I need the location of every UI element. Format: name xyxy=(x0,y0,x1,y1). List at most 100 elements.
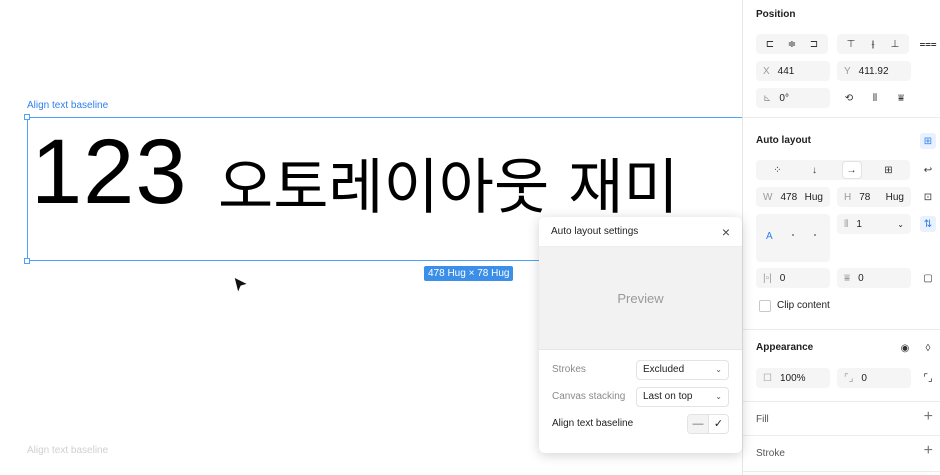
vertical-padding-value: 0 xyxy=(858,272,864,284)
wrap-icon[interactable]: ↩ xyxy=(920,162,936,178)
drop-icon[interactable]: ◊ xyxy=(920,340,936,356)
position-title: Position xyxy=(756,9,796,20)
height-field[interactable]: H 78 Hug xyxy=(837,187,911,207)
popup-header: Auto layout settings × xyxy=(539,217,742,247)
resize-to-fit-icon[interactable]: ⊡ xyxy=(920,189,936,205)
flip-horizontal-icon[interactable]: ⫴ xyxy=(867,90,883,106)
corner-radius-field[interactable]: ⌜⌟ 0 xyxy=(837,368,911,388)
fill-title: Fill xyxy=(756,414,769,425)
stroke-section: Stroke + xyxy=(743,436,940,472)
horizontal-padding-value: 0 xyxy=(779,272,786,284)
direction-vertical-icon[interactable]: ↓ xyxy=(806,162,824,178)
chevron-down-icon: ⌄ xyxy=(715,392,722,401)
gap-value: 1 xyxy=(856,218,862,230)
auto-layout-settings-popup: Auto layout settings × Preview Strokes E… xyxy=(539,217,742,453)
frame-label[interactable]: Align text baseline xyxy=(27,100,108,111)
fill-section: Fill + xyxy=(743,402,940,436)
strokes-dropdown[interactable]: Excluded ⌄ xyxy=(636,359,729,380)
vertical-padding-field[interactable]: ⩸ 0 xyxy=(837,268,911,288)
alignment-grid[interactable]: A xyxy=(756,214,830,262)
opacity-field[interactable]: ☐ 100% xyxy=(756,368,830,388)
clip-content-label: Clip content xyxy=(777,300,830,311)
appearance-section: Appearance ◉ ◊ ☐ 100% ⌜⌟ 0 ⌜⌟ xyxy=(743,330,940,402)
baseline-on-option[interactable]: ✓ xyxy=(708,414,728,433)
align-baseline-row: Align text baseline — ✓ xyxy=(539,410,742,437)
flip-vertical-icon[interactable]: ⩸ xyxy=(893,90,909,106)
advanced-settings-icon[interactable]: ⇅ xyxy=(920,216,936,232)
width-field[interactable]: W 478 Hug xyxy=(756,187,830,207)
individual-padding-icon[interactable]: ▢ xyxy=(920,270,936,286)
distribute-icon[interactable]: ⩶ xyxy=(919,36,936,52)
layout-direction-group: ⁘ ↓ → ⊞ xyxy=(756,160,910,180)
alignment-letter: A xyxy=(766,231,773,242)
align-right-icon[interactable]: ⊐ xyxy=(805,36,823,52)
add-fill-icon[interactable]: + xyxy=(924,408,933,426)
close-icon[interactable]: × xyxy=(722,224,730,240)
auto-layout-section: Auto layout ⊞ ⁘ ↓ → ⊞ ↩ W 478 Hug H 78 H… xyxy=(743,118,940,330)
horizontal-padding-field[interactable]: |▫| 0 xyxy=(756,268,830,288)
w-value: 478 xyxy=(780,191,798,203)
rotate-icon[interactable]: ⟲ xyxy=(841,90,857,106)
x-label: X xyxy=(763,65,770,77)
canvas-stacking-dropdown[interactable]: Last on top ⌄ xyxy=(636,386,729,407)
strokes-label: Strokes xyxy=(552,364,586,375)
horizontal-align-group: ⊏ ≑ ⊐ xyxy=(756,34,828,54)
size-indicator: 478 Hug × 78 Hug xyxy=(424,266,514,281)
alignment-dot xyxy=(792,234,794,236)
canvas-stacking-row: Canvas stacking Last on top ⌄ xyxy=(539,383,742,410)
canvas-stacking-label: Canvas stacking xyxy=(552,391,626,402)
align-left-icon[interactable]: ⊏ xyxy=(761,36,779,52)
rotation-field[interactable]: ⊾ 0° xyxy=(756,88,830,108)
ghost-frame-label: Align text baseline xyxy=(27,445,109,456)
opacity-icon: ☐ xyxy=(763,372,772,384)
gap-icon: ⦀ xyxy=(844,218,849,230)
auto-layout-toggle-icon[interactable]: ⊞ xyxy=(920,133,936,149)
baseline-off-option[interactable]: — xyxy=(688,414,708,433)
direction-horizontal-icon[interactable]: → xyxy=(842,162,861,178)
rotation-icon: ⊾ xyxy=(763,92,772,104)
preview-label: Preview xyxy=(617,290,664,306)
rotation-value: 0° xyxy=(779,92,789,104)
align-bottom-icon[interactable]: ⊥ xyxy=(886,36,904,52)
y-value: 411.92 xyxy=(858,65,889,77)
w-mode[interactable]: Hug xyxy=(805,192,823,203)
align-baseline-label: Align text baseline xyxy=(552,418,634,429)
vertical-align-group: ⊤ ⫲ ⊥ xyxy=(837,34,909,54)
y-field[interactable]: Y 411.92 xyxy=(837,61,911,81)
align-middle-icon[interactable]: ⫲ xyxy=(864,36,882,52)
position-section: Position ⊏ ≑ ⊐ ⊤ ⫲ ⊥ ⩶ X 441 Y 411.92 ⊾ … xyxy=(743,0,940,118)
opacity-value: 100% xyxy=(779,372,806,384)
w-label: W xyxy=(763,191,773,203)
h-mode[interactable]: Hug xyxy=(886,192,904,203)
h-label: H xyxy=(844,191,852,203)
horizontal-padding-icon: |▫| xyxy=(763,272,772,284)
text-layer-korean[interactable]: 오토레이아웃 재미 xyxy=(218,158,679,218)
text-layer-number[interactable]: 123 xyxy=(31,126,188,218)
direction-free-icon[interactable]: ⁘ xyxy=(769,162,787,178)
chevron-down-icon: ⌄ xyxy=(715,365,722,374)
corner-radius-icon: ⌜⌟ xyxy=(844,372,854,384)
eye-icon[interactable]: ◉ xyxy=(897,340,913,356)
align-top-icon[interactable]: ⊤ xyxy=(842,36,860,52)
direction-grid-icon[interactable]: ⊞ xyxy=(880,162,898,178)
auto-layout-title: Auto layout xyxy=(756,135,811,146)
alignment-dot xyxy=(814,234,816,236)
align-baseline-toggle[interactable]: — ✓ xyxy=(687,413,729,434)
clip-content-checkbox[interactable] xyxy=(759,300,771,312)
appearance-title: Appearance xyxy=(756,342,814,353)
strokes-value: Excluded xyxy=(643,364,685,375)
chevron-down-icon[interactable]: ⌄ xyxy=(897,220,904,229)
gap-field[interactable]: ⦀ 1 ⌄ xyxy=(837,214,911,234)
h-value: 78 xyxy=(859,191,871,203)
y-label: Y xyxy=(844,65,851,77)
properties-panel: Position ⊏ ≑ ⊐ ⊤ ⫲ ⊥ ⩶ X 441 Y 411.92 ⊾ … xyxy=(742,0,940,475)
resize-handle-top-left[interactable] xyxy=(24,114,30,120)
strokes-row: Strokes Excluded ⌄ xyxy=(539,356,742,383)
resize-handle-bottom-left[interactable] xyxy=(24,258,30,264)
x-field[interactable]: X 441 xyxy=(756,61,830,81)
preview-area: Preview xyxy=(539,247,742,350)
canvas-stacking-value: Last on top xyxy=(643,391,693,402)
independent-corners-icon[interactable]: ⌜⌟ xyxy=(920,370,936,386)
align-center-icon[interactable]: ≑ xyxy=(783,36,801,52)
add-stroke-icon[interactable]: + xyxy=(924,442,933,460)
